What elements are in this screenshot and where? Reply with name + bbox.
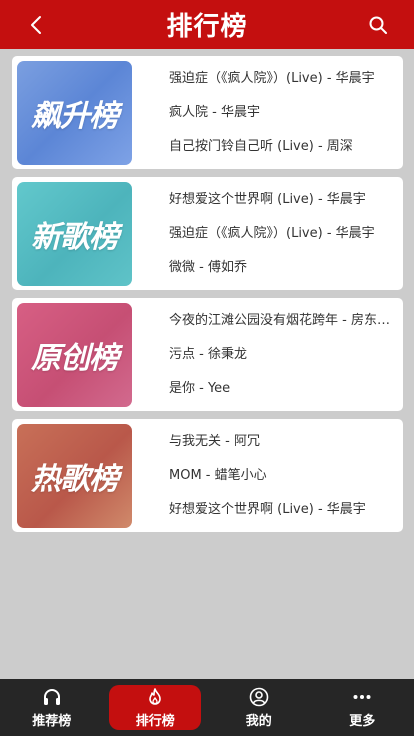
song-item[interactable]: 好想爱这个世界啊 (Live) - 华晨宇 — [169, 493, 393, 527]
song-item[interactable]: 自己按门铃自己听 (Live) - 周深 — [169, 130, 393, 164]
chart-cover: 飙升榜 — [17, 60, 132, 165]
chart-cover: 热歌榜 — [17, 423, 132, 528]
user-icon — [249, 687, 269, 706]
song-item[interactable]: 微微 - 傅如乔 — [169, 251, 393, 285]
song-list: 强迫症（《疯人院》）(Live) - 华晨宇 疯人院 - 华晨宇 自己按门铃自己… — [169, 62, 403, 164]
tab-recommend[interactable]: 推荐榜 — [6, 685, 98, 730]
page-title: 排行榜 — [166, 12, 248, 42]
chart-list: 飙升榜 强迫症（《疯人院》）(Live) - 华晨宇 疯人院 - 华晨宇 自己按… — [12, 56, 403, 540]
song-item[interactable]: 今夜的江滩公园没有烟花跨年 - 房东的猫 — [169, 304, 393, 338]
song-item[interactable]: 疯人院 - 华晨宇 — [169, 96, 393, 130]
song-item[interactable]: 与我无关 - 阿冗 — [169, 425, 393, 459]
song-item[interactable]: 污点 - 徐秉龙 — [169, 338, 393, 372]
chart-card-original[interactable]: 原创榜 今夜的江滩公园没有烟花跨年 - 房东的猫 污点 - 徐秉龙 是你 - Y… — [12, 298, 403, 411]
chevron-left-icon[interactable] — [26, 13, 48, 37]
headphones-icon — [43, 688, 60, 705]
song-item[interactable]: 好想爱这个世界啊 (Live) - 华晨宇 — [169, 183, 393, 217]
song-item[interactable]: 强迫症（《疯人院》）(Live) - 华晨宇 — [169, 217, 393, 251]
tab-ranking[interactable]: 排行榜 — [109, 685, 202, 730]
chart-cover: 原创榜 — [17, 302, 132, 407]
tab-label: 更多 — [349, 713, 376, 729]
flame-icon — [149, 687, 162, 705]
song-list: 好想爱这个世界啊 (Live) - 华晨宇 强迫症（《疯人院》）(Live) -… — [169, 183, 403, 285]
chart-card-soaring[interactable]: 飙升榜 强迫症（《疯人院》）(Live) - 华晨宇 疯人院 - 华晨宇 自己按… — [12, 56, 403, 169]
chart-card-new[interactable]: 新歌榜 好想爱这个世界啊 (Live) - 华晨宇 强迫症（《疯人院》）(Liv… — [12, 177, 403, 290]
song-list: 今夜的江滩公园没有烟花跨年 - 房东的猫 污点 - 徐秉龙 是你 - Yee — [169, 304, 403, 406]
search-icon[interactable] — [368, 15, 388, 35]
more-dots-icon — [353, 694, 371, 699]
chart-card-hot[interactable]: 热歌榜 与我无关 - 阿冗 MOM - 蜡笔小心 好想爱这个世界啊 (Live)… — [12, 419, 403, 532]
tab-more[interactable]: 更多 — [316, 685, 408, 730]
song-item[interactable]: 强迫症（《疯人院》）(Live) - 华晨宇 — [169, 62, 393, 96]
tab-mine[interactable]: 我的 — [213, 685, 305, 730]
tab-label: 排行榜 — [135, 713, 175, 729]
song-item[interactable]: 是你 - Yee — [169, 372, 393, 406]
bottom-tab-bar: 推荐榜 排行榜 我的 更多 — [0, 679, 414, 736]
chart-cover: 新歌榜 — [17, 181, 132, 286]
tab-label: 推荐榜 — [32, 713, 72, 729]
song-item[interactable]: MOM - 蜡笔小心 — [169, 459, 393, 493]
top-bar: 排行榜 — [0, 0, 414, 49]
song-list: 与我无关 - 阿冗 MOM - 蜡笔小心 好想爱这个世界啊 (Live) - 华… — [169, 425, 403, 527]
tab-label: 我的 — [245, 713, 272, 729]
